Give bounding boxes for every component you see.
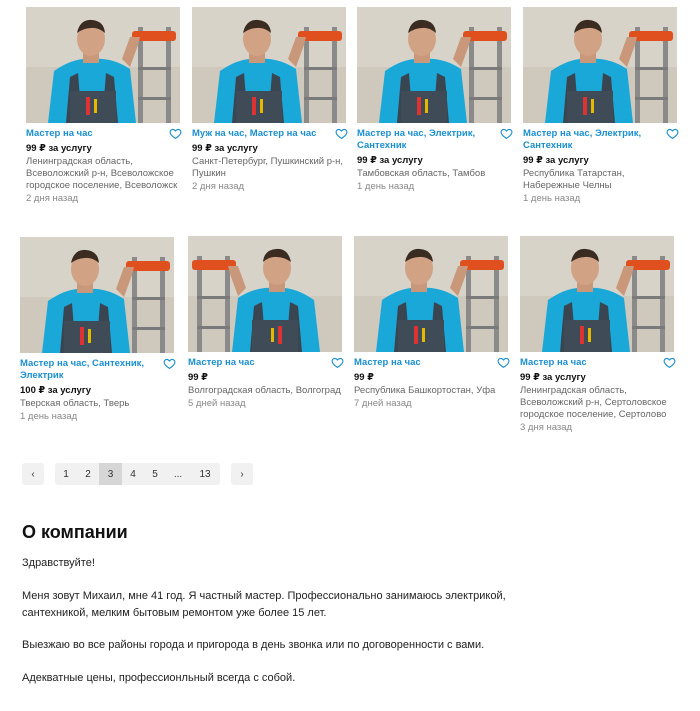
listing-price: 99 ₽	[188, 372, 208, 383]
next-page-button[interactable]: ›	[231, 463, 253, 485]
listing-date: 5 дней назад	[188, 398, 246, 409]
current-page-button[interactable]: 3	[99, 463, 122, 485]
page-button[interactable]: 13	[190, 463, 220, 485]
favorite-heart-icon[interactable]	[497, 356, 510, 369]
page-numbers: 1 2 3 4 5 ... 13	[55, 463, 220, 485]
chevron-right-icon: ›	[240, 468, 244, 480]
favorite-heart-icon[interactable]	[666, 127, 679, 140]
listing-photo[interactable]	[192, 7, 346, 123]
listing-price: 99 ₽	[354, 372, 374, 383]
listing-price: 99 ₽ за услугу	[192, 143, 258, 154]
handyman-photo-image	[354, 236, 508, 352]
about-paragraph: Здравствуйте!	[22, 557, 95, 569]
listing-title[interactable]: Мастер на час, Электрик, Сантехник	[523, 128, 661, 152]
listing-location: Волгоградская область, Волгоград	[188, 385, 341, 396]
listing-date: 1 день назад	[523, 193, 581, 204]
listing-photo[interactable]	[354, 236, 508, 352]
about-paragraph: Меня зовут Михаил, мне 41 год. Я частный…	[22, 590, 506, 619]
listing-location: Санкт-Петербург, Пушкинский р-н, Пушкин	[192, 156, 344, 179]
listing-location: Тверская область, Тверь	[20, 398, 130, 409]
listing-title[interactable]: Мастер на час	[354, 357, 492, 369]
handyman-photo-image	[20, 237, 174, 353]
listing-photo[interactable]	[188, 236, 342, 352]
listing-date: 1 день назад	[20, 411, 78, 422]
page-button[interactable]: 1	[55, 463, 77, 485]
listing-location: Республика Башкортостан, Уфа	[354, 385, 496, 396]
prev-page-button[interactable]: ‹	[22, 463, 44, 485]
listing-date: 3 дня назад	[520, 422, 573, 433]
chevron-left-icon: ‹	[31, 468, 35, 480]
listing-title[interactable]: Мастер на час	[26, 128, 164, 140]
page-button[interactable]: 4	[122, 463, 144, 485]
listing-price: 99 ₽ за услугу	[26, 143, 92, 154]
listing-title[interactable]: Мастер на час, Сантехник, Электрик	[20, 358, 158, 382]
handyman-photo-image	[192, 7, 346, 123]
listing-location: Тамбовская область, Тамбов	[357, 168, 486, 179]
listing-photo[interactable]	[20, 237, 174, 353]
listing-title[interactable]: Мастер на час	[188, 357, 326, 369]
listing-photo[interactable]	[523, 7, 677, 123]
about-heading: О компании	[22, 522, 128, 542]
page-button[interactable]: 2	[77, 463, 99, 485]
about-paragraph: Адекватные цены, профессионльный всегда …	[22, 672, 296, 684]
listing-price: 99 ₽ за услугу	[357, 155, 423, 166]
favorite-heart-icon[interactable]	[335, 127, 348, 140]
page-ellipsis: ...	[173, 468, 183, 480]
handyman-photo-image	[520, 236, 674, 352]
listing-price: 99 ₽ за услугу	[520, 372, 586, 383]
handyman-photo-image	[357, 7, 511, 123]
about-paragraph: Выезжаю во все районы города и пригорода…	[22, 639, 485, 651]
listing-date: 2 дня назад	[26, 193, 79, 204]
handyman-photo-image	[26, 7, 180, 123]
listing-price: 99 ₽ за услугу	[523, 155, 589, 166]
favorite-heart-icon[interactable]	[163, 357, 176, 370]
listing-title[interactable]: Мастер на час	[520, 357, 658, 369]
listing-date: 1 день назад	[357, 181, 415, 192]
listing-date: 7 дней назад	[354, 398, 412, 409]
listing-title[interactable]: Мастер на час, Электрик, Сантехник	[357, 128, 495, 152]
listing-photo[interactable]	[26, 7, 180, 123]
handyman-photo-image	[188, 236, 342, 352]
favorite-heart-icon[interactable]	[663, 356, 676, 369]
listing-location: Республика Татарстан, Набережные Челны	[523, 168, 625, 191]
listing-photo[interactable]	[357, 7, 511, 123]
listing-price: 100 ₽ за услугу	[20, 385, 92, 396]
page-button[interactable]: 5	[144, 463, 166, 485]
favorite-heart-icon[interactable]	[500, 127, 513, 140]
listing-location: Ленинградская область, Всеволожский р-н,…	[26, 156, 178, 191]
favorite-heart-icon[interactable]	[331, 356, 344, 369]
listing-location: Ленинградская область, Всеволожский р-н,…	[520, 385, 667, 420]
listing-photo[interactable]	[520, 236, 674, 352]
handyman-photo-image	[523, 7, 677, 123]
listing-title[interactable]: Муж на час, Мастер на час	[192, 128, 330, 140]
favorite-heart-icon[interactable]	[169, 127, 182, 140]
listing-date: 2 дня назад	[192, 181, 245, 192]
